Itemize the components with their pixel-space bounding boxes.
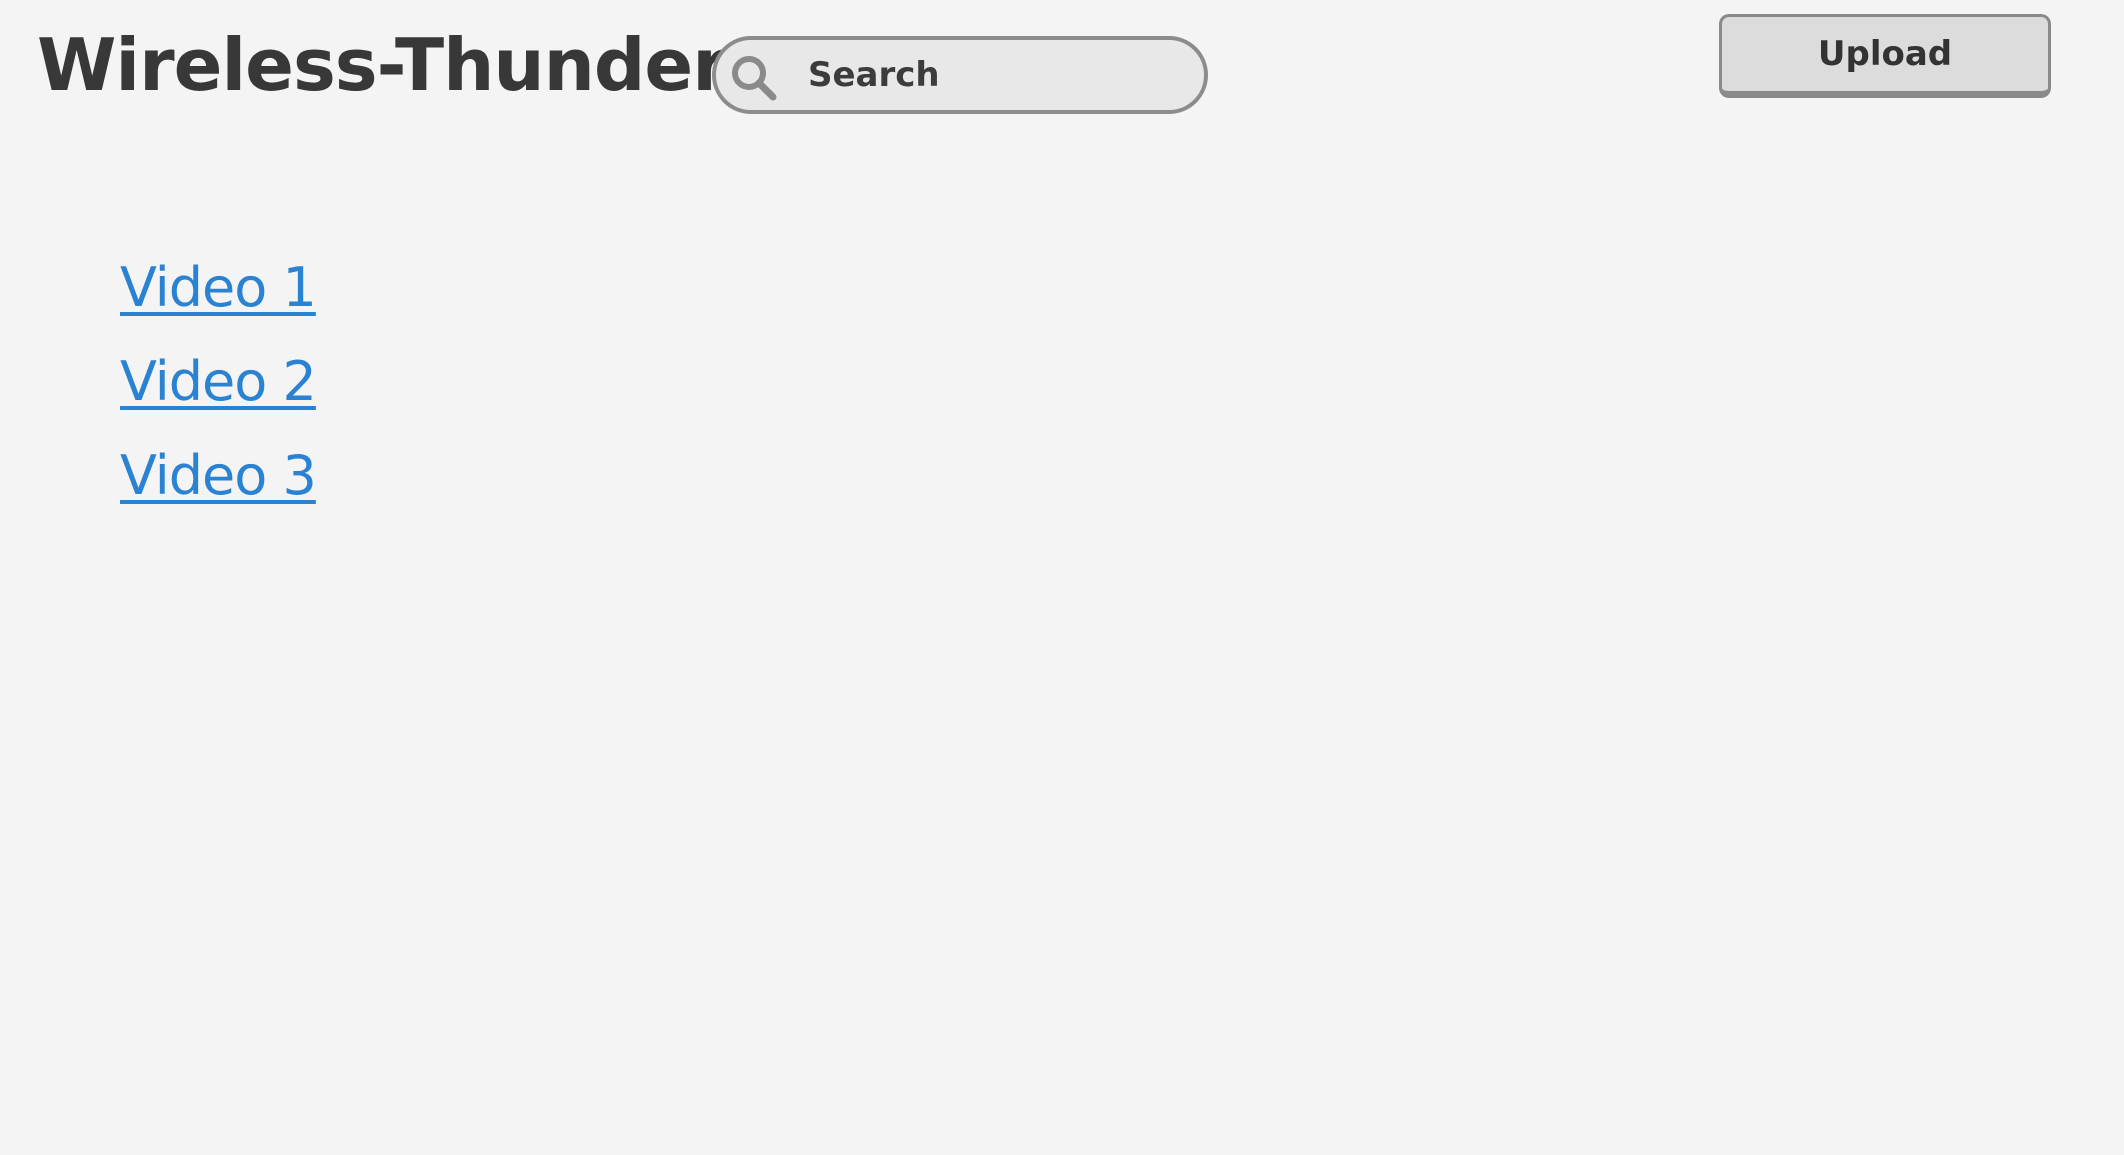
list-item: Video 3 [120, 444, 317, 538]
app-title: Wireless-Thunder [37, 23, 728, 107]
upload-button[interactable]: Upload [1719, 14, 2051, 98]
video-link-2[interactable]: Video 2 [120, 350, 317, 413]
search-box[interactable] [712, 36, 1208, 114]
video-list: Video 1 Video 2 Video 3 [120, 256, 317, 538]
list-item: Video 2 [120, 350, 317, 444]
video-link-1[interactable]: Video 1 [120, 256, 317, 319]
search-input[interactable] [808, 40, 1188, 110]
video-link-3[interactable]: Video 3 [120, 444, 317, 507]
search-icon [728, 52, 780, 104]
list-item: Video 1 [120, 256, 317, 350]
